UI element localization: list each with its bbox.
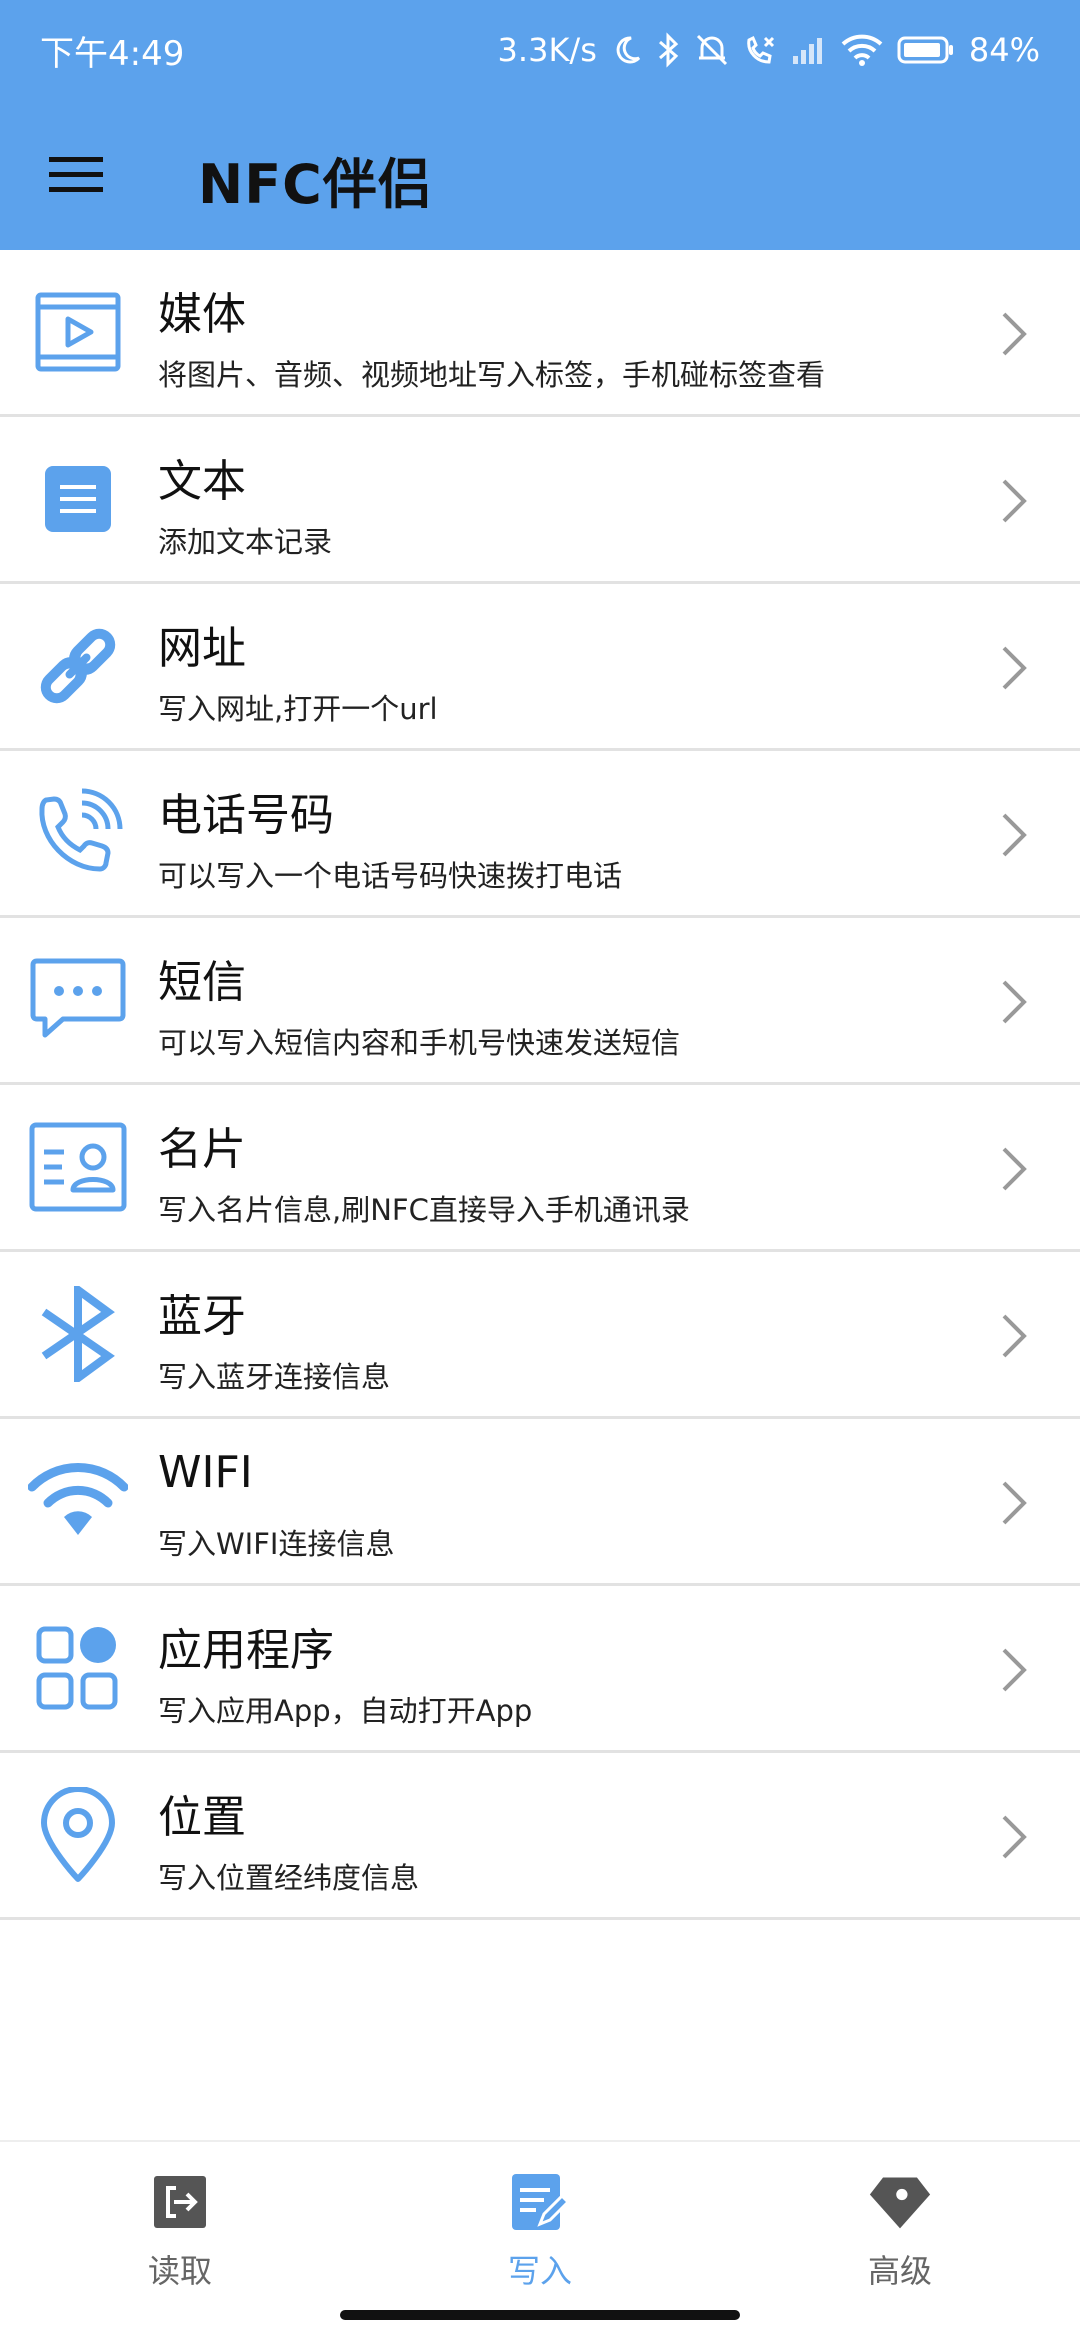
chevron-right-icon [1002,980,1027,1024]
list-item-phone[interactable]: 电话号码 可以写入一个电话号码快速拨打电话 [0,751,1080,918]
nav-label-write: 写入 [507,2252,572,2290]
battery-percent: 84% [968,31,1040,69]
item-title: 位置 [158,1792,246,1843]
status-time: 下午4:49 [40,34,185,74]
bluetooth-icon [26,1282,130,1386]
nav-tab-read[interactable]: 读取 [60,2170,300,2300]
wifi-status-icon [841,34,883,66]
item-title: 名片 [158,1124,246,1175]
network-speed: 3.3K/s [497,31,597,69]
item-subtitle: 写入应用App，自动打开App [158,1694,533,1728]
nav-tab-write[interactable]: 写入 [420,2170,660,2300]
write-options-list: 媒体 将图片、音频、视频地址写入标签，手机碰标签查看 文本 添加文本记录 网址 … [0,250,1080,1920]
write-edit-icon [508,2170,572,2234]
chevron-right-icon [1002,1314,1027,1358]
item-title: 蓝牙 [158,1291,246,1342]
app-bar: 下午4:49 3.3K/s 84% NFC伴侣 [0,0,1080,250]
status-icons: 3.3K/s 84% [498,26,1040,74]
mute-bell-icon [695,32,729,68]
item-title: 短信 [158,957,246,1008]
advanced-gem-icon [868,2170,932,2234]
call-forward-icon [743,32,777,68]
item-subtitle: 写入WIFI连接信息 [158,1527,395,1561]
item-subtitle: 可以写入短信内容和手机号快速发送短信 [158,1026,681,1060]
read-exit-icon [148,2170,212,2234]
moon-icon [611,34,643,66]
list-item-contact-card[interactable]: 名片 写入名片信息,刷NFC直接导入手机通讯录 [0,1085,1080,1252]
chevron-right-icon [1002,813,1027,857]
chevron-right-icon [1002,1648,1027,1692]
phone-icon [26,781,130,885]
list-item-sms[interactable]: 短信 可以写入短信内容和手机号快速发送短信 [0,918,1080,1085]
home-indicator [340,2310,740,2320]
list-item-bluetooth[interactable]: 蓝牙 写入蓝牙连接信息 [0,1252,1080,1419]
list-item-text[interactable]: 文本 添加文本记录 [0,417,1080,584]
hamburger-menu-icon [49,157,103,192]
item-subtitle: 可以写入一个电话号码快速拨打电话 [158,859,623,893]
list-item-url[interactable]: 网址 写入网址,打开一个url [0,584,1080,751]
item-subtitle: 将图片、音频、视频地址写入标签，手机碰标签查看 [158,358,826,392]
chevron-right-icon [1002,479,1027,523]
link-icon [26,614,130,718]
item-title: 应用程序 [158,1625,334,1676]
toolbar: NFC伴侣 [0,100,1080,250]
bluetooth-status-icon [657,32,681,68]
item-title: 媒体 [158,289,246,340]
chevron-right-icon [1002,1815,1027,1859]
item-title: 网址 [158,623,246,674]
list-item-media[interactable]: 媒体 将图片、音频、视频地址写入标签，手机碰标签查看 [0,250,1080,417]
location-icon [26,1783,130,1887]
battery-icon [897,35,955,65]
signal-icon [791,34,827,66]
sms-icon [26,948,130,1052]
media-icon [26,280,130,384]
chevron-right-icon [1002,312,1027,356]
menu-button[interactable] [40,145,112,205]
app-title: NFC伴侣 [198,153,433,216]
item-title: 电话号码 [158,790,334,841]
status-bar: 下午4:49 3.3K/s 84% [0,0,1080,100]
item-subtitle: 写入名片信息,刷NFC直接导入手机通讯录 [158,1193,690,1227]
list-item-wifi[interactable]: WIFI 写入WIFI连接信息 [0,1419,1080,1586]
chevron-right-icon [1002,646,1027,690]
apps-icon [26,1616,130,1720]
nav-label-advanced: 高级 [867,2252,932,2290]
nav-tab-advanced[interactable]: 高级 [780,2170,1020,2300]
item-title: WIFI [158,1447,253,1498]
item-subtitle: 写入位置经纬度信息 [158,1861,420,1895]
text-icon [26,447,130,551]
list-item-apps[interactable]: 应用程序 写入应用App，自动打开App [0,1586,1080,1753]
nav-label-read: 读取 [147,2252,212,2290]
item-title: 文本 [158,456,246,507]
item-subtitle: 写入网址,打开一个url [158,692,438,726]
contact-card-icon [26,1115,130,1219]
chevron-right-icon [1002,1147,1027,1191]
item-subtitle: 添加文本记录 [158,525,333,559]
chevron-right-icon [1002,1481,1027,1525]
item-subtitle: 写入蓝牙连接信息 [158,1360,391,1394]
list-item-location[interactable]: 位置 写入位置经纬度信息 [0,1753,1080,1920]
wifi-icon [26,1449,130,1553]
